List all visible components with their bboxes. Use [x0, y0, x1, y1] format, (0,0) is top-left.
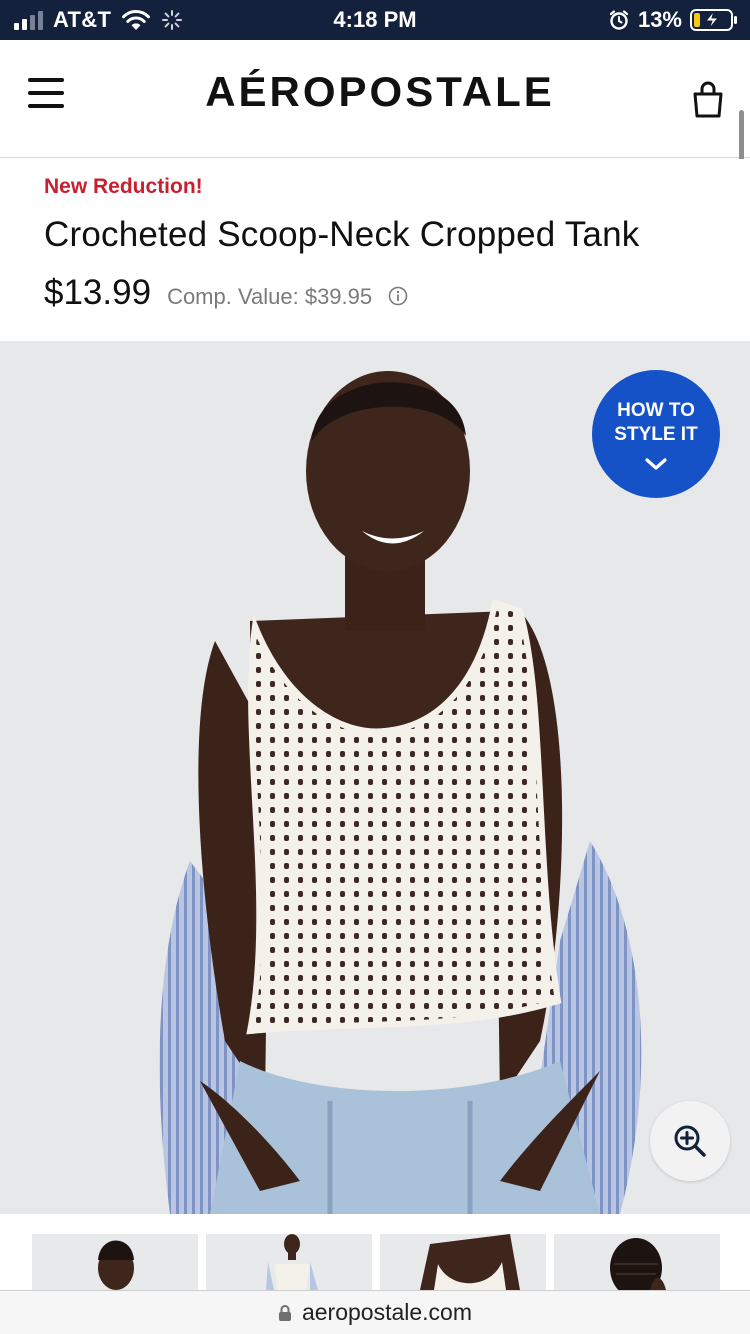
comp-value-text: Comp. Value: $39.95	[167, 284, 373, 309]
how-to-style-it-button[interactable]: HOW TO STYLE IT	[592, 370, 720, 498]
product-image[interactable]: HOW TO STYLE IT	[0, 341, 750, 1214]
chevron-down-icon	[645, 458, 667, 470]
thumbnail-1-image	[98, 1240, 134, 1290]
product-title: Crocheted Scoop-Neck Cropped Tank	[44, 215, 640, 254]
product-info: New Reduction! Crocheted Scoop-Neck Crop…	[0, 159, 750, 341]
thumbnail-1[interactable]	[32, 1234, 198, 1290]
promo-badge: New Reduction!	[44, 175, 203, 198]
browser-url-bar[interactable]: aeropostale.com	[0, 1290, 750, 1334]
product-price: $13.99	[44, 273, 152, 312]
thumbnail-2-image	[266, 1234, 318, 1290]
alarm-icon	[609, 10, 629, 30]
status-bar: AT&T 4:18 PM 13%	[0, 0, 750, 40]
thumbnail-4[interactable]	[554, 1234, 720, 1290]
url-display[interactable]: aeropostale.com	[0, 1299, 750, 1326]
thumbnail-2[interactable]	[206, 1234, 372, 1290]
price-row: $13.99 Comp. Value: $39.95	[44, 273, 408, 313]
thumbnail-3[interactable]	[380, 1234, 546, 1290]
style-button-line1: HOW TO	[617, 400, 695, 421]
shopping-bag-icon[interactable]	[692, 80, 724, 118]
zoom-button[interactable]	[650, 1101, 730, 1181]
thumbnail-4-image	[610, 1238, 666, 1290]
info-icon[interactable]	[388, 286, 408, 306]
battery-percent: 13%	[637, 7, 682, 32]
style-button-line2: STYLE IT	[614, 424, 698, 445]
url-text: aeropostale.com	[301, 1299, 473, 1325]
lock-icon	[278, 1305, 291, 1321]
zoom-in-icon	[674, 1125, 706, 1157]
thumbnail-3-image	[420, 1234, 520, 1290]
battery-charging-icon	[690, 9, 737, 31]
site-header: AÉROPOSTALE	[0, 40, 750, 158]
status-right: 13%	[608, 0, 738, 40]
thumbnail-strip	[0, 1214, 750, 1290]
brand-logo[interactable]: AÉROPOSTALE	[0, 68, 750, 116]
comp-value: Comp. Value: $39.95	[167, 284, 408, 310]
